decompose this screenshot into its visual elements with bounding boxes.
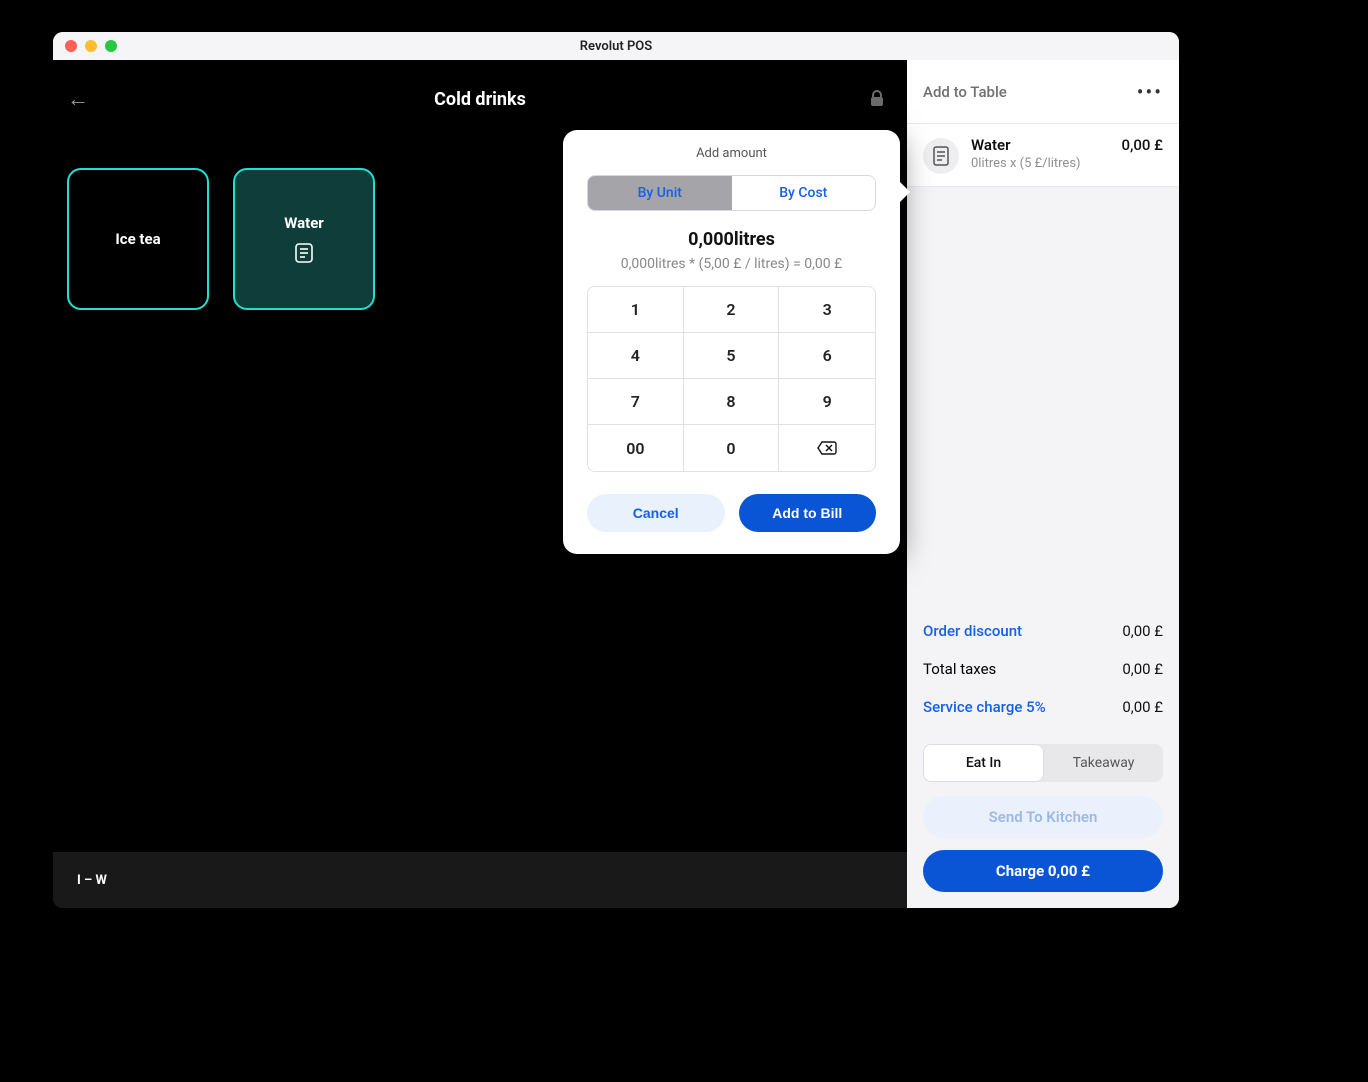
taxes-value: 0,00 £ xyxy=(1122,660,1163,678)
key-8[interactable]: 8 xyxy=(684,379,780,425)
tab-by-cost[interactable]: By Cost xyxy=(732,176,876,210)
app-body: ← Cold drinks Ice tea Water xyxy=(53,60,1179,908)
service-charge-row[interactable]: Service charge 5% 0,00 £ xyxy=(923,688,1163,726)
app-window: Revolut POS ← Cold drinks Ice tea Wa xyxy=(53,32,1179,908)
note-icon xyxy=(293,242,315,264)
more-menu-icon[interactable]: ••• xyxy=(1137,80,1163,104)
item-icon xyxy=(923,138,959,174)
item-meta: Water 0litres x (5 £/litres) xyxy=(971,136,1110,174)
key-6[interactable]: 6 xyxy=(779,333,875,379)
dining-mode-toggle: Eat In Takeaway xyxy=(923,744,1163,782)
filter-bar: I – W xyxy=(53,852,907,908)
amount-mode-toggle: By Unit By Cost xyxy=(587,175,876,211)
titlebar: Revolut POS xyxy=(53,32,1179,60)
key-1[interactable]: 1 xyxy=(588,287,684,333)
key-7[interactable]: 7 xyxy=(588,379,684,425)
add-to-bill-button[interactable]: Add to Bill xyxy=(739,494,877,532)
popover-actions: Cancel Add to Bill xyxy=(587,494,876,532)
window-title: Revolut POS xyxy=(53,39,1179,54)
filter-range[interactable]: I – W xyxy=(77,873,107,888)
category-title: Cold drinks xyxy=(53,89,907,110)
taxes-row: Total taxes 0,00 £ xyxy=(923,650,1163,688)
main-area: ← Cold drinks Ice tea Water xyxy=(53,60,907,908)
tile-label: Ice tea xyxy=(115,230,160,248)
key-backspace[interactable] xyxy=(779,425,875,471)
send-to-kitchen-button[interactable]: Send To Kitchen xyxy=(923,796,1163,838)
charge-button[interactable]: Charge 0,00 £ xyxy=(923,850,1163,892)
key-00[interactable]: 00 xyxy=(588,425,684,471)
backspace-icon xyxy=(816,440,838,456)
key-9[interactable]: 9 xyxy=(779,379,875,425)
seg-eat-in[interactable]: Eat In xyxy=(923,744,1044,782)
order-sidebar: Add to Table ••• Water 0litres x (5 £/li… xyxy=(907,60,1179,908)
back-arrow-icon[interactable]: ← xyxy=(67,86,89,112)
cancel-button[interactable]: Cancel xyxy=(587,494,725,532)
order-discount-value: 0,00 £ xyxy=(1122,622,1163,640)
amount-display: 0,000litres xyxy=(587,229,876,250)
taxes-label: Total taxes xyxy=(923,660,996,678)
item-subtitle: 0litres x (5 £/litres) xyxy=(971,156,1110,171)
order-line-item[interactable]: Water 0litres x (5 £/litres) 0,00 £ xyxy=(907,124,1179,187)
service-charge-value: 0,00 £ xyxy=(1122,698,1163,716)
key-2[interactable]: 2 xyxy=(684,287,780,333)
order-discount-label: Order discount xyxy=(923,622,1022,640)
totals-block: Order discount 0,00 £ Total taxes 0,00 £… xyxy=(907,604,1179,738)
lock-icon[interactable] xyxy=(869,90,885,108)
tab-by-unit[interactable]: By Unit xyxy=(588,176,732,210)
sidebar-spacer xyxy=(907,187,1179,604)
seg-takeaway[interactable]: Takeaway xyxy=(1044,744,1163,782)
tile-label: Water xyxy=(284,214,324,232)
product-tile-water[interactable]: Water xyxy=(233,168,375,310)
category-header: ← Cold drinks xyxy=(53,60,907,138)
sidebar-header: Add to Table ••• xyxy=(907,60,1179,124)
item-price: 0,00 £ xyxy=(1122,136,1163,174)
product-tile-ice-tea[interactable]: Ice tea xyxy=(67,168,209,310)
service-charge-label: Service charge 5% xyxy=(923,698,1046,716)
key-0[interactable]: 0 xyxy=(684,425,780,471)
item-name: Water xyxy=(971,136,1110,154)
key-4[interactable]: 4 xyxy=(588,333,684,379)
popover-title: Add amount xyxy=(587,146,876,161)
sidebar-header-title[interactable]: Add to Table xyxy=(923,83,1007,101)
amount-expression: 0,000litres * (5,00 £ / litres) = 0,00 £ xyxy=(587,256,876,272)
order-discount-row[interactable]: Order discount 0,00 £ xyxy=(923,612,1163,650)
key-3[interactable]: 3 xyxy=(779,287,875,333)
add-amount-popover: Add amount By Unit By Cost 0,000litres 0… xyxy=(563,130,900,554)
keypad: 1 2 3 4 5 6 7 8 9 00 0 xyxy=(587,286,876,472)
key-5[interactable]: 5 xyxy=(684,333,780,379)
